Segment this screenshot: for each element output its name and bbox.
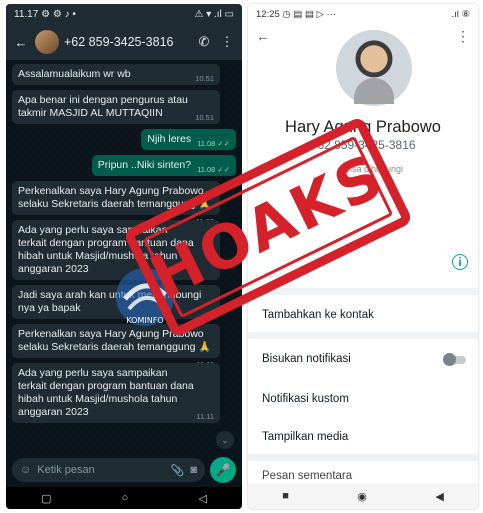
contact-info-screen: 12:25 ◷ ▤ ▤ ▷ ··· .ıl ⑧ ← ⋮ Hary Agung P… bbox=[248, 4, 478, 509]
message-placeholder: Ketik pesan bbox=[37, 464, 95, 476]
add-contact-button[interactable]: Tambahkan ke kontak bbox=[262, 309, 374, 321]
call-add-icon[interactable]: ✆ bbox=[195, 34, 213, 50]
message-bubble: Pripun ..Niki sinten? 11.08 ✓✓ bbox=[91, 155, 236, 176]
message-time: 10.51 bbox=[195, 113, 214, 122]
message-bubble: Perkenalkan saya Hary Agung Prabowo sela… bbox=[12, 324, 220, 369]
composer: ☺ Ketik pesan 📎 ◙ 🎤 bbox=[12, 457, 236, 483]
about-text: Bisa dihubungi bbox=[344, 164, 404, 174]
back-button[interactable]: ◁ bbox=[198, 492, 206, 505]
mic-icon[interactable]: 🎤 bbox=[210, 457, 236, 483]
custom-notifications-row[interactable]: Notifikasi kustom bbox=[262, 393, 349, 405]
mute-notifications-row[interactable]: Bisukan notifikasi bbox=[262, 353, 351, 365]
message-text: Assalamualaikum wr wb bbox=[18, 68, 131, 80]
message-time: 10.51 bbox=[195, 74, 214, 83]
status-time: 12:25 bbox=[256, 8, 280, 20]
avatar[interactable] bbox=[35, 30, 59, 54]
chevron-down-icon[interactable]: ⌄ bbox=[216, 431, 234, 449]
message-bubble: Ada yang perlu saya sampaikan terkait de… bbox=[12, 363, 220, 423]
android-nav-bar: ▢ ○ ◁ bbox=[6, 487, 242, 509]
android-nav-bar: ■ ◉ ◀ bbox=[248, 483, 478, 509]
message-text: Ada yang perlu saya sampaikan terkait de… bbox=[18, 367, 194, 418]
message-bubble: Apa benar ini dengan pengurus atau takmi… bbox=[12, 90, 220, 124]
message-bubble: Assalamualaikum wr wb 10.51 bbox=[12, 64, 220, 85]
recent-apps-button[interactable]: ▢ bbox=[41, 492, 51, 505]
message-text: Apa benar ini dengan pengurus atau takmi… bbox=[18, 94, 188, 119]
arrow-left-icon[interactable]: ← bbox=[12, 35, 30, 50]
status-bar: 12:25 ◷ ▤ ▤ ▷ ··· .ıl ⑧ bbox=[248, 4, 478, 24]
message-bubble: Perkenalkan saya Hary Agung Prabowo sela… bbox=[12, 181, 220, 226]
message-text: Perkenalkan saya Hary Agung Prabowo sela… bbox=[18, 328, 212, 353]
status-indicators: ⚙ ⚙ ♪ • bbox=[41, 8, 76, 20]
more-vert-icon[interactable]: ⋮ bbox=[218, 34, 236, 50]
emoji-icon[interactable]: ☺ bbox=[20, 464, 31, 476]
profile-photo[interactable] bbox=[336, 30, 412, 106]
divider bbox=[248, 332, 478, 339]
message-text: Perkenalkan saya Hary Agung Prabowo sela… bbox=[18, 185, 212, 210]
arrow-left-icon[interactable]: ← bbox=[256, 28, 270, 44]
status-icons: ⚠ ▾ .ıl ▭ bbox=[194, 8, 234, 20]
attach-icon[interactable]: 📎 bbox=[171, 464, 185, 477]
status-icons: .ıl ⑧ bbox=[451, 8, 470, 20]
whatsapp-chat-screen: 11.17 ⚙ ⚙ ♪ • ⚠ ▾ .ıl ▭ ← +62 859-3425-3… bbox=[6, 4, 242, 509]
contact-phone: +62 859-3425-3816 bbox=[310, 138, 416, 152]
contact-name: Hary Agung Prabowo bbox=[285, 118, 441, 136]
logo-text: KOMINFO bbox=[126, 316, 163, 325]
message-time: 11.11 bbox=[196, 412, 214, 421]
mute-toggle[interactable] bbox=[443, 353, 466, 366]
message-input[interactable]: ☺ Ketik pesan 📎 ◙ bbox=[12, 458, 205, 482]
status-indicators: ◷ ▤ ▤ ▷ ··· bbox=[282, 8, 337, 20]
show-media-row[interactable]: Tampilkan media bbox=[262, 431, 348, 443]
message-time: 11.08 ✓✓ bbox=[197, 165, 230, 174]
home-button[interactable]: ◉ bbox=[357, 490, 367, 503]
kominfo-logo-watermark: KOMINFO bbox=[116, 268, 174, 326]
message-bubble: Njih leres 11.08 ✓✓ bbox=[141, 129, 236, 150]
chat-title[interactable]: +62 859-3425-3816 bbox=[64, 35, 190, 49]
back-button[interactable]: ◀ bbox=[435, 490, 443, 503]
divider bbox=[248, 288, 478, 295]
home-button[interactable]: ○ bbox=[122, 492, 129, 504]
recent-apps-button[interactable]: ■ bbox=[282, 490, 289, 502]
status-time: 11.17 bbox=[14, 8, 39, 20]
camera-icon[interactable]: ◙ bbox=[190, 464, 197, 476]
chat-header: ← +62 859-3425-3816 ✆ ⋮ bbox=[6, 24, 242, 60]
more-vert-icon[interactable]: ⋮ bbox=[456, 28, 470, 45]
info-icon[interactable]: i bbox=[452, 254, 468, 270]
message-text: Pripun ..Niki sinten? bbox=[97, 159, 192, 171]
disappearing-messages-row[interactable]: Pesan sementara bbox=[262, 470, 352, 482]
message-time: 11.08 ✓✓ bbox=[197, 139, 230, 148]
message-list[interactable]: Assalamualaikum wr wb 10.51 Apa benar ini… bbox=[6, 60, 242, 457]
divider bbox=[248, 454, 478, 461]
message-text: Njih leres bbox=[147, 133, 192, 145]
status-bar: 11.17 ⚙ ⚙ ♪ • ⚠ ▾ .ıl ▭ bbox=[6, 4, 242, 24]
